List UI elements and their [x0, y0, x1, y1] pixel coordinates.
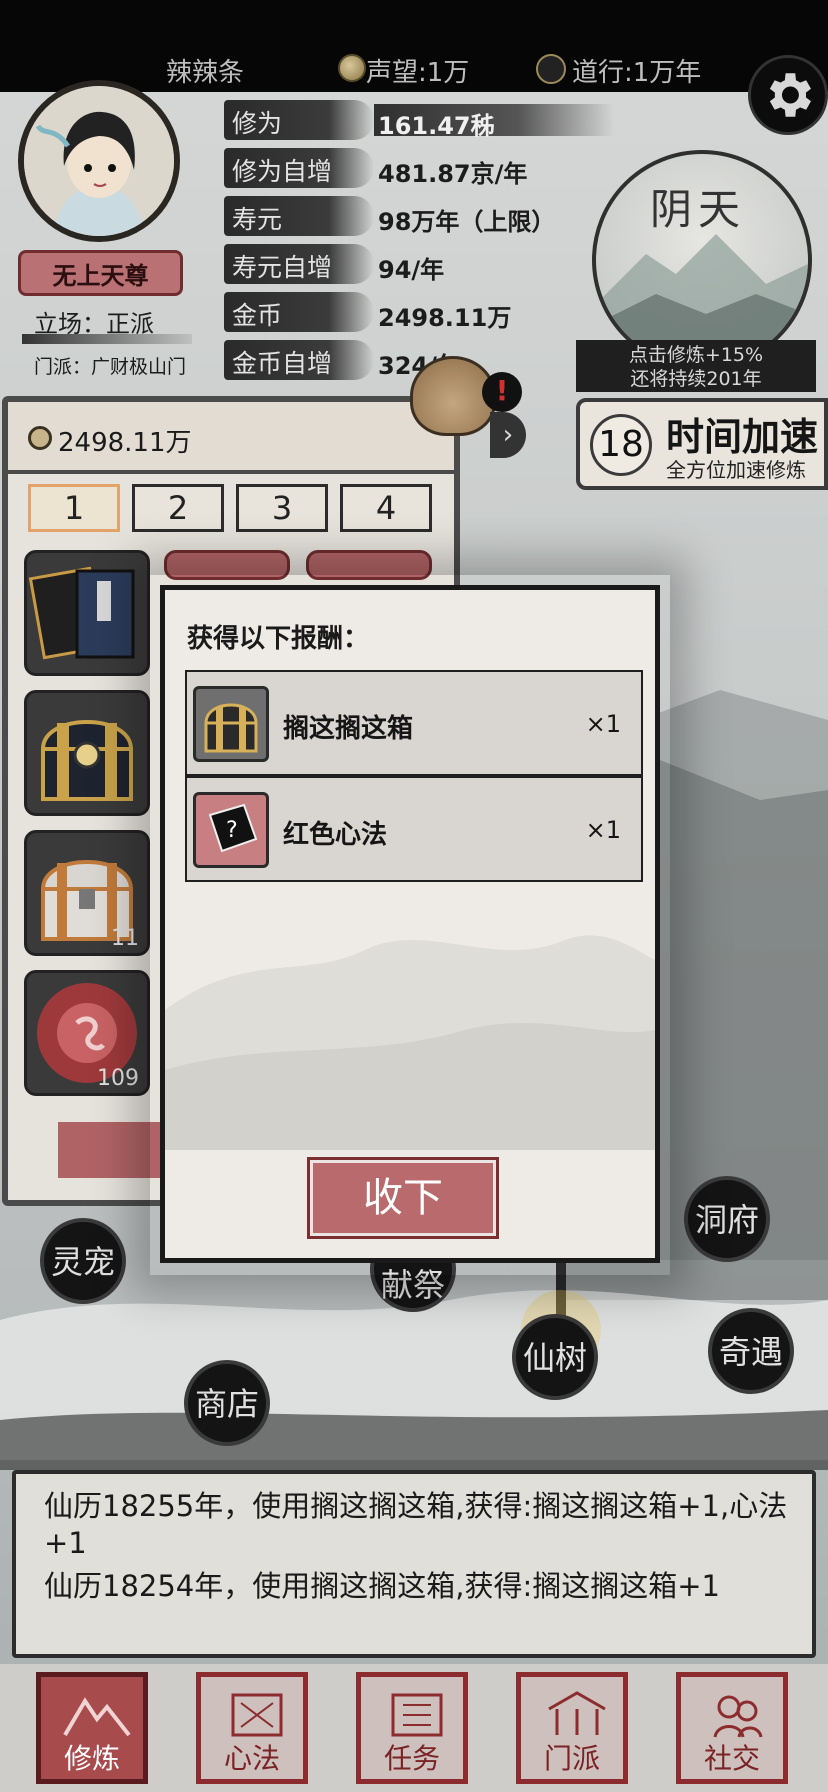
cave-button[interactable]: 洞府: [684, 1176, 770, 1262]
tab-3[interactable]: 3: [236, 484, 328, 532]
tree-button[interactable]: 仙树: [512, 1314, 598, 1400]
inventory-slot[interactable]: 11: [24, 830, 150, 956]
inventory-slot[interactable]: [24, 690, 150, 816]
bottom-nav: 修炼 心法 任务 门派 社交: [0, 1664, 828, 1792]
reward-name: 红色心法: [283, 820, 388, 850]
stat-value: 481.87京/年: [378, 160, 528, 188]
stat-cultivation: 修为 161.47秭: [224, 100, 644, 140]
scroll-seal-icon: [231, 1693, 283, 1737]
reward-dialog: 获得以下报酬： 搁这搁这箱 ×1 ? 红色心法 ×1 收下: [160, 585, 660, 1263]
mountain-seal-icon: [63, 1697, 131, 1737]
reward-qty: ×1: [585, 816, 621, 844]
tab-4[interactable]: 4: [340, 484, 432, 532]
settings-button[interactable]: [748, 55, 828, 135]
nav-label: 任务: [383, 1742, 440, 1775]
stat-value: 98万年（上限）: [378, 208, 556, 236]
ink-mountain-watermark: [165, 935, 655, 1150]
stat-cultivation-growth: 修为自增 481.87京/年: [224, 148, 644, 188]
weather-info: 点击修炼+15% 还将持续201年: [576, 340, 816, 392]
gold-coin-icon: [28, 426, 52, 450]
nav-label: 社交: [703, 1742, 760, 1775]
log-entry: 仙历18254年，使用搁这搁这箱,获得:搁这搁这箱+1: [44, 1569, 720, 1603]
social-seal-icon: [713, 1695, 763, 1738]
task-seal-icon: [391, 1693, 443, 1737]
reward-item[interactable]: ? 红色心法 ×1: [185, 776, 643, 882]
divider: [22, 334, 192, 344]
stat-label: 修为: [232, 109, 283, 138]
speedup-subtitle: 全方位加速修炼: [666, 458, 806, 482]
treasure-chest-icon: [193, 686, 269, 762]
stat-gold: 金币 2498.11万: [224, 292, 644, 332]
slot-count: 11: [111, 926, 139, 951]
title-badge: 无上天尊: [18, 250, 183, 296]
sect-seal-icon: [548, 1691, 606, 1735]
dialog-title: 获得以下报酬：: [187, 624, 370, 654]
reward-item[interactable]: 搁这搁这箱 ×1: [185, 670, 643, 776]
log-entry: 仙历18255年，使用搁这搁这箱,获得:搁这搁这箱+1,心法+1: [44, 1489, 788, 1560]
stat-value: 161.47秭: [378, 112, 495, 140]
inventory-slot[interactable]: [24, 550, 150, 676]
sect-label: 门派：广财极山门: [34, 356, 187, 378]
reward-qty: ×1: [585, 710, 621, 738]
stat-lifespan-growth: 寿元自增 94/年: [224, 244, 644, 284]
nav-cultivate[interactable]: 修炼: [36, 1672, 148, 1784]
stat-label: 寿元自增: [232, 253, 333, 282]
player-name: 辣辣条: [166, 58, 245, 88]
top-bar: 辣辣条 声望:1万 道行:1万年: [0, 0, 828, 92]
reputation-value: 声望:1万: [366, 58, 470, 88]
stat-value: 94/年: [378, 256, 445, 284]
shop-button[interactable]: 商店: [184, 1360, 270, 1446]
character-portrait-icon: [24, 86, 174, 236]
inventory-gold: 2498.11万: [58, 428, 192, 458]
weather-duration: 还将持续201年: [630, 368, 762, 390]
mystery-book-icon: ?: [193, 792, 269, 868]
nav-label: 门派: [543, 1742, 600, 1775]
event-log: 仙历18255年，使用搁这搁这箱,获得:搁这搁这箱+1,心法+1 仙历18254…: [12, 1470, 816, 1658]
gear-icon: [769, 73, 811, 117]
speedup-title: 时间加速: [666, 415, 819, 459]
adventure-button[interactable]: 奇遇: [708, 1308, 794, 1394]
svg-text:?: ?: [226, 818, 238, 843]
reputation-coin-icon: [338, 54, 366, 82]
nav-social[interactable]: 社交: [676, 1672, 788, 1784]
stat-label: 寿元: [232, 205, 283, 234]
nav-method[interactable]: 心法: [196, 1672, 308, 1784]
player-avatar[interactable]: [18, 80, 180, 242]
speedup-count: 18: [590, 414, 652, 476]
nav-label: 心法: [223, 1742, 280, 1775]
nav-quest[interactable]: 任务: [356, 1672, 468, 1784]
stat-lifespan: 寿元 98万年（上限）: [224, 196, 644, 236]
stat-label: 金币: [232, 301, 283, 330]
accept-button[interactable]: 收下: [307, 1157, 499, 1239]
alert-icon: !: [482, 372, 522, 412]
weather-bonus: 点击修炼+15%: [628, 344, 764, 366]
inventory-slot[interactable]: 109: [24, 970, 150, 1096]
yin-yang-icon: [536, 54, 566, 84]
inventory-header: 2498.11万: [8, 402, 454, 474]
stat-value: 2498.11万: [378, 304, 512, 332]
stat-label: 金币自增: [232, 349, 333, 378]
pet-button[interactable]: 灵宠: [40, 1218, 126, 1304]
weather-name: 阴天: [650, 185, 747, 234]
tab-2[interactable]: 2: [132, 484, 224, 532]
tab-1[interactable]: 1: [28, 484, 120, 532]
time-speedup-button[interactable]: 18 时间加速 全方位加速修炼: [576, 398, 828, 490]
treasure-chest-icon: [40, 720, 134, 801]
nav-label: 修炼: [63, 1742, 120, 1775]
book-box-icon: [28, 566, 135, 660]
slot-count: 109: [97, 1066, 139, 1091]
daoxing-value: 道行:1万年: [572, 58, 702, 88]
reward-name: 搁这搁这箱: [283, 714, 414, 744]
stat-label: 修为自增: [232, 157, 333, 186]
nav-sect[interactable]: 门派: [516, 1672, 628, 1784]
